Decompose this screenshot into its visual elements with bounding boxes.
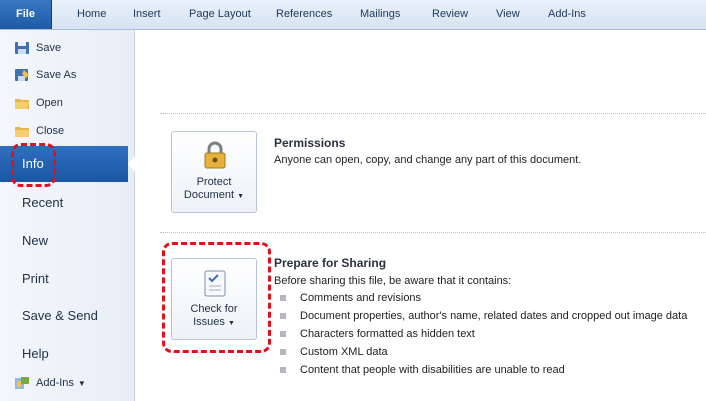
- prepare-description: Before sharing this file, be aware that …: [274, 275, 512, 287]
- chevron-down-icon: ▼: [77, 378, 86, 388]
- tab-mailings[interactable]: Mailings: [360, 0, 400, 29]
- save-command[interactable]: Save: [0, 35, 61, 61]
- tab-view[interactable]: View: [496, 0, 520, 29]
- open-command[interactable]: Open: [0, 90, 63, 116]
- backstage-left-pane: Save Save As Open Close Info Recent New …: [0, 30, 138, 401]
- tab-review[interactable]: Review: [432, 0, 468, 29]
- lock-keys-icon: [204, 141, 226, 169]
- tab-references[interactable]: References: [276, 0, 332, 29]
- list-item: Content that people with disabilities ar…: [278, 363, 698, 378]
- check-for-issues-highlight: [162, 242, 271, 353]
- nav-help[interactable]: Help: [0, 336, 135, 372]
- permissions-description: Anyone can open, copy, and change any pa…: [274, 154, 582, 166]
- nav-save-and-send[interactable]: Save & Send: [0, 298, 135, 334]
- document-label: Document: [183, 189, 235, 201]
- close-label: Close: [36, 125, 65, 137]
- tab-label: File: [16, 8, 35, 20]
- list-item: Document properties, author's name, rela…: [278, 309, 698, 324]
- divider: [160, 232, 706, 233]
- chevron-down-icon: ▼: [237, 193, 245, 200]
- list-item: Comments and revisions: [278, 291, 698, 306]
- save-icon: [15, 42, 29, 54]
- tab-add-ins[interactable]: Add-Ins: [548, 0, 586, 29]
- nav-new[interactable]: New: [0, 223, 135, 259]
- protect-document-button[interactable]: Protect Document ▼: [171, 131, 257, 213]
- divider: [160, 113, 706, 114]
- nav-recent[interactable]: Recent: [0, 185, 135, 221]
- prepare-title: Prepare for Sharing: [274, 256, 387, 270]
- info-highlight: [11, 143, 56, 187]
- ribbon-tab-bar: File Home Insert Page Layout References …: [0, 0, 706, 30]
- tab-insert[interactable]: Insert: [133, 0, 161, 29]
- add-ins-command[interactable]: Add-Ins ▼: [0, 370, 86, 396]
- save-as-label: Save As: [36, 69, 77, 81]
- add-ins-label: Add-Ins: [36, 377, 74, 389]
- close-folder-icon: [15, 127, 29, 137]
- open-label: Open: [36, 97, 63, 109]
- save-as-command[interactable]: Save As: [0, 62, 76, 88]
- add-ins-icon: [15, 377, 29, 389]
- tab-page-layout[interactable]: Page Layout: [189, 0, 251, 29]
- nav-print[interactable]: Print: [0, 261, 135, 297]
- issues-list: Comments and revisions Document properti…: [278, 291, 698, 381]
- save-label: Save: [36, 42, 62, 54]
- list-item: Custom XML data: [278, 345, 698, 360]
- open-folder-icon: [15, 99, 29, 109]
- permissions-title: Permissions: [274, 136, 346, 150]
- close-command[interactable]: Close: [0, 118, 64, 144]
- tab-home[interactable]: Home: [77, 0, 106, 29]
- tab-file[interactable]: File: [0, 0, 52, 29]
- save-as-icon: [15, 69, 29, 81]
- list-item: Characters formatted as hidden text: [278, 327, 698, 342]
- protect-label: Protect: [196, 176, 232, 188]
